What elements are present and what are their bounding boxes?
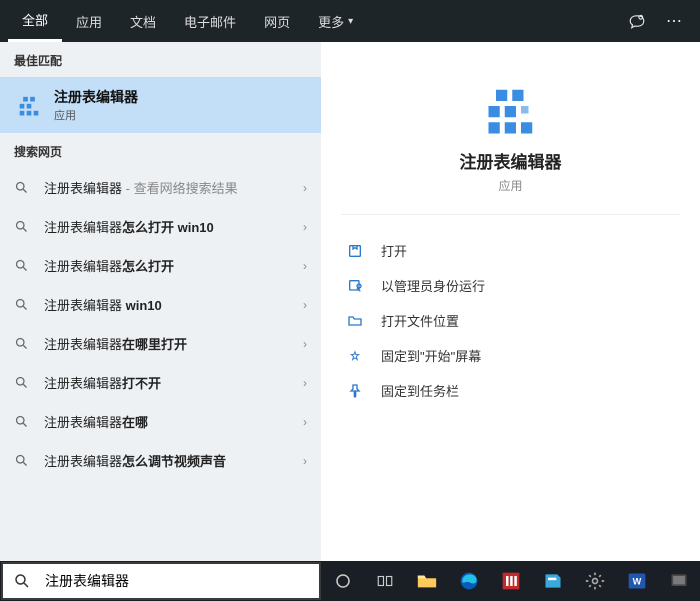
chevron-right-icon: › — [303, 181, 307, 195]
taskbar-app2-icon[interactable] — [532, 561, 574, 601]
tab-docs[interactable]: 文档 — [116, 0, 170, 42]
svg-text:W: W — [633, 576, 642, 586]
action-open-location[interactable]: 打开文件位置 — [341, 303, 680, 338]
web-result-item[interactable]: 注册表编辑器怎么打开 win10› — [0, 207, 321, 246]
result-text: 注册表编辑器打不开 — [44, 373, 303, 392]
search-icon — [14, 453, 32, 468]
detail-regedit-icon — [481, 76, 541, 136]
search-icon — [14, 336, 32, 351]
best-match-item[interactable]: 注册表编辑器 应用 — [0, 77, 321, 133]
search-icon — [14, 297, 32, 312]
tab-all[interactable]: 全部 — [8, 0, 62, 42]
action-pin-taskbar[interactable]: 固定到任务栏 — [341, 373, 680, 408]
action-run-admin[interactable]: 以管理员身份运行 — [341, 268, 680, 303]
taskbar-edge-icon[interactable] — [448, 561, 490, 601]
detail-subtitle: 应用 — [341, 177, 680, 194]
action-open[interactable]: 打开 — [341, 233, 680, 268]
admin-icon — [347, 278, 369, 294]
result-text: 注册表编辑器怎么打开 — [44, 256, 303, 275]
taskbar-app3-icon[interactable] — [658, 561, 700, 601]
taskbar-explorer-icon[interactable] — [406, 561, 448, 601]
best-match-title: 注册表编辑器 — [54, 87, 138, 107]
more-options-icon[interactable]: ⋯ — [656, 11, 692, 31]
folder-icon — [347, 313, 369, 329]
web-result-item[interactable]: 注册表编辑器打不开› — [0, 363, 321, 402]
best-match-header: 最佳匹配 — [0, 42, 321, 77]
open-icon — [347, 243, 369, 259]
web-result-item[interactable]: 注册表编辑器在哪› — [0, 402, 321, 441]
tab-apps[interactable]: 应用 — [62, 0, 116, 42]
search-icon — [14, 258, 32, 273]
chevron-right-icon: › — [303, 415, 307, 429]
taskbar-cortana-icon[interactable] — [322, 561, 364, 601]
search-icon — [14, 375, 32, 390]
action-pin-start[interactable]: 固定到"开始"屏幕 — [341, 338, 680, 373]
chevron-right-icon: › — [303, 259, 307, 273]
search-icon — [14, 219, 32, 234]
search-icon — [14, 414, 32, 429]
chevron-right-icon: › — [303, 454, 307, 468]
web-result-item[interactable]: 注册表编辑器 - 查看网络搜索结果› — [0, 168, 321, 207]
tab-web[interactable]: 网页 — [250, 0, 304, 42]
search-web-header: 搜索网页 — [0, 133, 321, 168]
taskbar-app1-icon[interactable] — [490, 561, 532, 601]
result-text: 注册表编辑器 win10 — [44, 295, 303, 314]
result-text: 注册表编辑器怎么打开 win10 — [44, 217, 303, 236]
result-text: 注册表编辑器在哪 — [44, 412, 303, 431]
tab-mail[interactable]: 电子邮件 — [170, 0, 250, 42]
search-input[interactable] — [41, 567, 319, 595]
search-icon — [3, 572, 41, 590]
chevron-right-icon: › — [303, 337, 307, 351]
search-icon — [14, 180, 32, 195]
search-box[interactable] — [1, 562, 321, 600]
chevron-right-icon: › — [303, 376, 307, 390]
pin-taskbar-icon — [347, 383, 369, 399]
regedit-icon — [14, 90, 44, 120]
web-result-item[interactable]: 注册表编辑器怎么调节视频声音› — [0, 441, 321, 480]
web-result-item[interactable]: 注册表编辑器 win10› — [0, 285, 321, 324]
pin-start-icon — [347, 348, 369, 364]
taskbar-taskview-icon[interactable] — [364, 561, 406, 601]
web-result-item[interactable]: 注册表编辑器在哪里打开› — [0, 324, 321, 363]
result-text: 注册表编辑器在哪里打开 — [44, 334, 303, 353]
chevron-right-icon: › — [303, 220, 307, 234]
best-match-subtitle: 应用 — [54, 107, 138, 123]
chevron-down-icon: ▾ — [348, 16, 353, 27]
detail-title: 注册表编辑器 — [341, 148, 680, 173]
chevron-right-icon: › — [303, 298, 307, 312]
feedback-icon[interactable] — [618, 12, 656, 30]
taskbar-word-icon[interactable]: W — [616, 561, 658, 601]
tab-more[interactable]: 更多▾ — [304, 0, 367, 42]
result-text: 注册表编辑器 - 查看网络搜索结果 — [44, 178, 303, 197]
result-text: 注册表编辑器怎么调节视频声音 — [44, 451, 303, 470]
taskbar-settings-icon[interactable] — [574, 561, 616, 601]
web-result-item[interactable]: 注册表编辑器怎么打开› — [0, 246, 321, 285]
